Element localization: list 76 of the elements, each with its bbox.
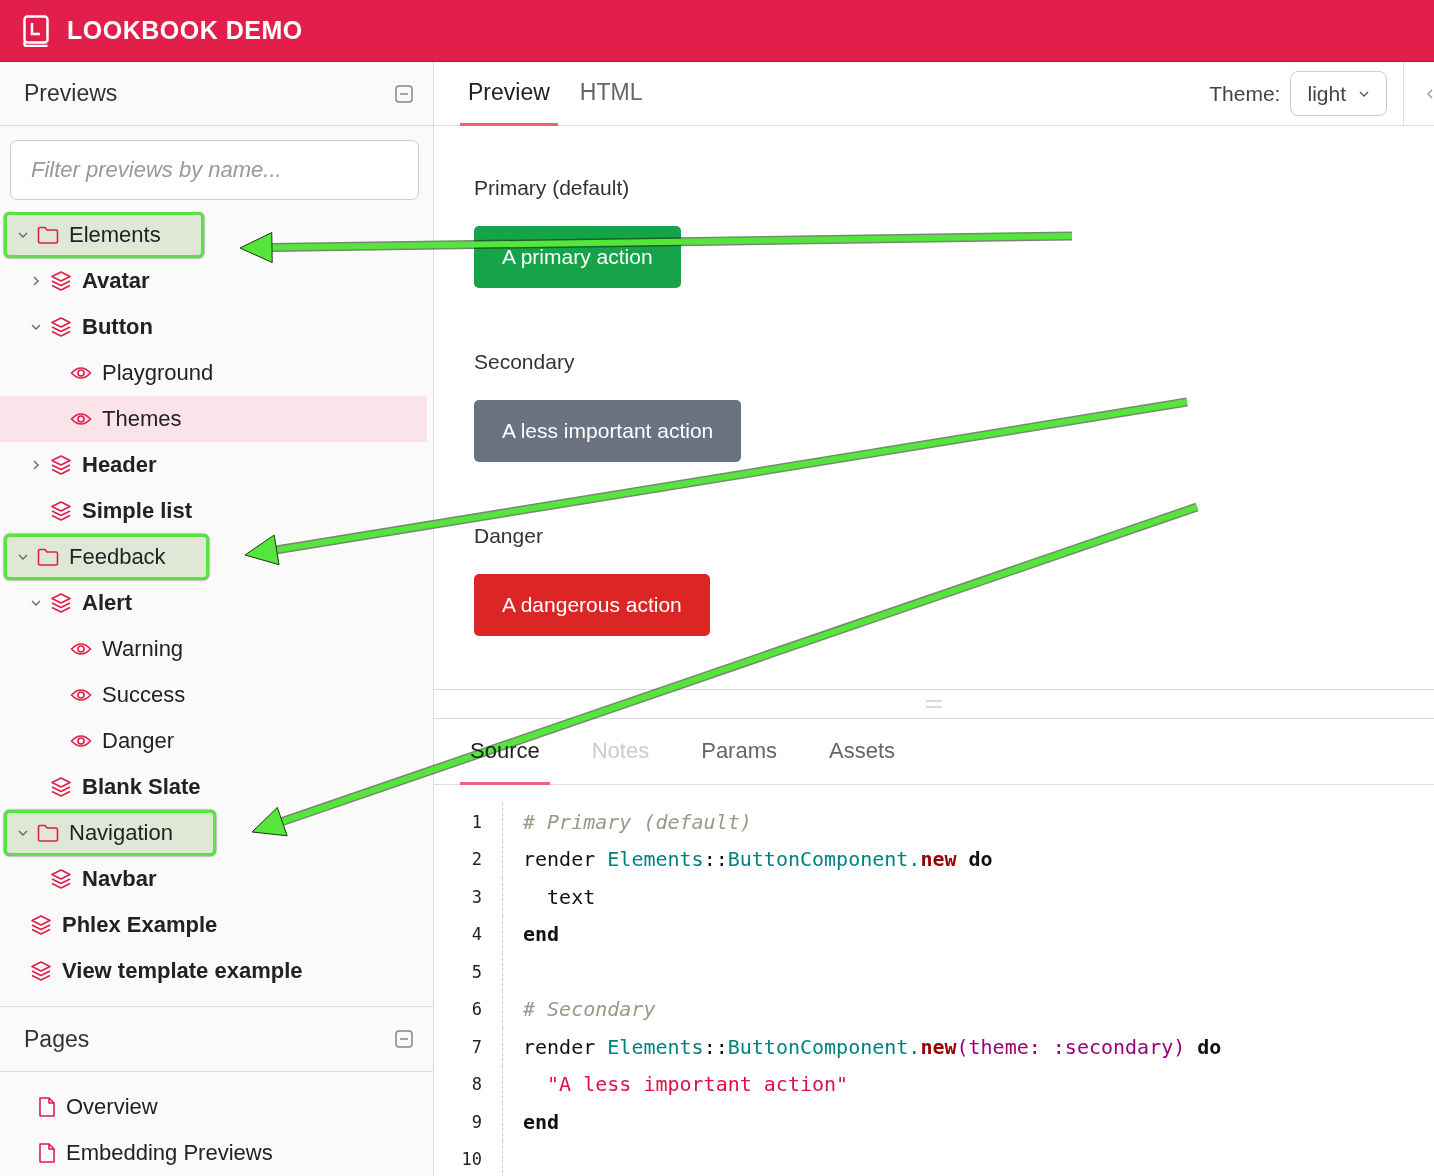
tree-item[interactable]: Success: [0, 672, 427, 718]
tree-item[interactable]: Feedback: [4, 534, 209, 580]
page-item[interactable]: Overview: [0, 1084, 427, 1130]
eye-icon: [70, 733, 92, 749]
code-line: render Elements::ButtonComponent.new(theme: :secondary) do: [523, 1034, 1222, 1059]
eye-icon: [70, 641, 92, 657]
tree-item[interactable]: Themes: [0, 396, 427, 442]
line-number: 3: [470, 886, 483, 907]
layers-icon: [50, 868, 72, 890]
line-number: 8: [470, 1074, 483, 1095]
tree-item[interactable]: View template example: [0, 948, 427, 994]
tab[interactable]: Params: [691, 719, 787, 785]
layers-icon: [50, 500, 72, 522]
theme-label: Theme:: [1209, 81, 1281, 106]
demo-button[interactable]: A less important action: [474, 400, 742, 462]
tab[interactable]: HTML: [571, 62, 651, 126]
tree-item[interactable]: Button: [0, 304, 427, 350]
eye-icon: [70, 365, 92, 381]
demo-button[interactable]: A dangerous action: [474, 574, 710, 636]
tree-item[interactable]: Alert: [0, 580, 427, 626]
app-title: LOOKBOOK DEMO: [67, 16, 303, 45]
page-icon: [38, 1096, 56, 1118]
code-line: # Secondary: [523, 997, 656, 1022]
chevron-icon[interactable]: [1426, 87, 1434, 100]
code-line: end: [523, 1109, 560, 1134]
tree-item[interactable]: Playground: [0, 350, 427, 396]
collapse-icon[interactable]: [395, 1030, 413, 1048]
layers-icon: [50, 316, 72, 338]
tree-item[interactable]: Navbar: [0, 856, 427, 902]
line-number: 1: [470, 811, 483, 832]
folder-icon: [37, 226, 59, 244]
code-line: "A less important action": [546, 1072, 849, 1097]
tree-item[interactable]: Blank Slate: [0, 764, 427, 810]
eye-icon: [70, 687, 92, 703]
line-number: 10: [460, 1149, 483, 1170]
code-line: text: [546, 884, 596, 909]
tree-item[interactable]: Danger: [0, 718, 427, 764]
folder-icon: [37, 548, 59, 566]
tree-item[interactable]: Elements: [4, 212, 204, 258]
layers-icon: [30, 914, 52, 936]
layers-icon: [50, 454, 72, 476]
tree-item[interactable]: Header: [0, 442, 427, 488]
tree-item[interactable]: Navigation: [4, 810, 216, 856]
filter-field[interactable]: Filter previews by name...: [10, 140, 419, 200]
layers-icon: [50, 270, 72, 292]
tree-item[interactable]: Simple list: [0, 488, 427, 534]
code-line: render Elements::ButtonComponent.new do: [523, 847, 993, 872]
line-number: 4: [470, 924, 483, 945]
collapse-icon[interactable]: [395, 84, 413, 103]
page-icon: [38, 1142, 56, 1164]
section-title: Pages: [24, 1025, 90, 1053]
tree-item[interactable]: Avatar: [0, 258, 427, 304]
layers-icon: [50, 776, 72, 798]
tab[interactable]: Preview: [460, 62, 558, 126]
example-title: Danger: [474, 524, 543, 548]
eye-icon: [70, 411, 92, 427]
example-title: Primary (default): [474, 176, 630, 200]
layers-icon: [30, 960, 52, 982]
line-number: 2: [470, 849, 483, 870]
page-item[interactable]: Embedding Previews: [0, 1130, 427, 1176]
section-title: Previews: [24, 80, 118, 107]
book-icon: [23, 14, 49, 47]
drag-handle-icon[interactable]: [926, 700, 942, 708]
tree-item[interactable]: Warning: [0, 626, 427, 672]
theme-select[interactable]: light: [1290, 71, 1387, 116]
line-number: 7: [470, 1036, 483, 1057]
tree-item[interactable]: Phlex Example: [0, 902, 427, 948]
layers-icon: [50, 592, 72, 614]
folder-icon: [37, 824, 59, 842]
example-title: Secondary: [474, 350, 575, 374]
tab[interactable]: Assets: [819, 719, 906, 785]
line-number: 5: [470, 961, 483, 982]
line-number: 9: [470, 1111, 483, 1132]
code-line: end: [523, 922, 560, 947]
line-number: 6: [470, 999, 483, 1020]
code-line: # Primary (default): [523, 809, 752, 834]
